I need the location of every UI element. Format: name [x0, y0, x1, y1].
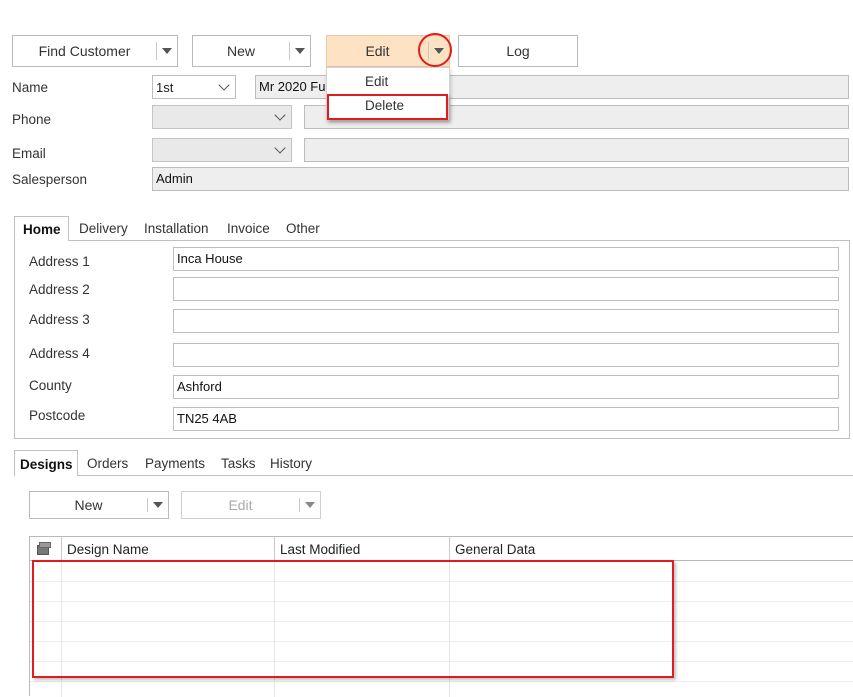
tab-delivery[interactable]: Delivery — [79, 221, 128, 236]
column-general-data[interactable]: General Data — [455, 542, 535, 557]
address3-label: Address 3 — [29, 312, 90, 327]
county-field[interactable]: Ashford — [173, 375, 839, 399]
salesperson-label: Salesperson — [12, 172, 88, 187]
find-customer-label: Find Customer — [38, 43, 131, 59]
edit-design-label: Edit — [228, 497, 253, 513]
address1-value: Inca House — [177, 251, 243, 266]
tab-home[interactable]: Home — [14, 216, 69, 241]
address1-field[interactable]: Inca House — [173, 247, 839, 271]
name-position-select[interactable]: 1st — [152, 75, 236, 99]
tab-payments[interactable]: Payments — [145, 456, 205, 471]
email-type-select[interactable] — [152, 138, 292, 162]
find-customer-button[interactable]: Find Customer — [12, 35, 178, 67]
edit-design-button[interactable]: Edit — [181, 491, 321, 519]
menu-item-edit-label: Edit — [365, 74, 389, 89]
county-label: County — [29, 378, 72, 393]
column-design-name[interactable]: Design Name — [67, 542, 149, 557]
postcode-value: TN25 4AB — [177, 411, 237, 426]
log-label: Log — [506, 43, 530, 59]
new-customer-button[interactable]: New — [192, 35, 311, 67]
new-design-button[interactable]: New — [29, 491, 169, 519]
edit-design-dropdown-icon[interactable] — [300, 502, 320, 508]
row-selector-icon — [37, 542, 51, 555]
phone-label: Phone — [12, 112, 52, 127]
annotation-box-delete — [327, 94, 448, 120]
postcode-field[interactable]: TN25 4AB — [173, 407, 839, 431]
address2-label: Address 2 — [29, 282, 90, 297]
annotation-box-grid — [32, 560, 674, 678]
bottom-tabs: Designs Orders Payments Tasks History — [14, 450, 853, 476]
column-last-modified[interactable]: Last Modified — [280, 542, 360, 557]
address4-label: Address 4 — [29, 346, 90, 361]
new-dropdown-icon[interactable] — [290, 48, 310, 54]
tab-designs[interactable]: Designs — [14, 450, 78, 476]
name-label: Name — [12, 80, 49, 95]
edit-label: Edit — [365, 43, 390, 59]
email-label: Email — [12, 146, 46, 161]
tab-home-label: Home — [23, 222, 61, 237]
salesperson-field[interactable]: Admin — [152, 167, 849, 191]
log-button[interactable]: Log — [458, 35, 578, 67]
tabs-divider — [14, 475, 853, 476]
chevron-down-icon — [269, 109, 291, 121]
email-field[interactable] — [304, 138, 849, 162]
new-design-dropdown-icon[interactable] — [148, 502, 168, 508]
tab-installation[interactable]: Installation — [144, 221, 209, 236]
phone-type-select[interactable] — [152, 105, 292, 129]
new-customer-label: New — [226, 43, 255, 59]
address2-field[interactable] — [173, 277, 839, 301]
county-value: Ashford — [177, 379, 222, 394]
tab-other[interactable]: Other — [286, 221, 320, 236]
tab-designs-label: Designs — [20, 457, 73, 472]
name-position-value: 1st — [156, 79, 174, 95]
tab-tasks[interactable]: Tasks — [221, 456, 256, 471]
name-value: Mr 2020 Fus — [259, 79, 332, 94]
tab-orders[interactable]: Orders — [87, 456, 128, 471]
chevron-down-icon — [269, 142, 291, 154]
menu-item-edit[interactable]: Edit — [327, 71, 449, 93]
tab-invoice[interactable]: Invoice — [227, 221, 270, 236]
address-tabs: Home Delivery Installation Invoice Other — [14, 216, 850, 241]
salesperson-value: Admin — [156, 171, 193, 186]
annotation-circle — [418, 33, 452, 67]
find-customer-dropdown-icon[interactable] — [157, 48, 177, 54]
postcode-label: Postcode — [29, 408, 86, 423]
new-design-label: New — [74, 497, 103, 513]
address3-field[interactable] — [173, 309, 839, 333]
chevron-down-icon — [213, 79, 235, 91]
tab-history[interactable]: History — [270, 456, 312, 471]
address4-field[interactable] — [173, 343, 839, 367]
grid-header: Design Name Last Modified General Data — [30, 537, 853, 561]
address1-label: Address 1 — [29, 254, 90, 269]
